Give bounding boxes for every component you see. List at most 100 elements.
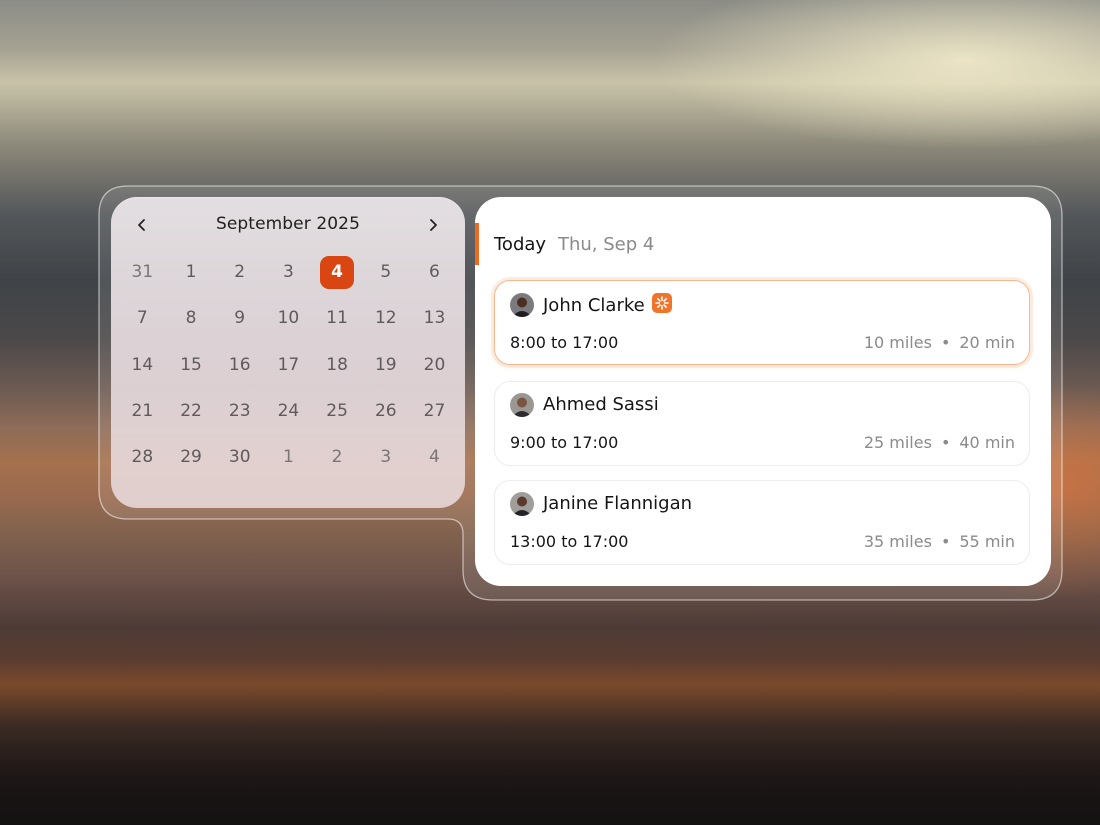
schedule-panel: Today Thu, Sep 4 John Clarke 8:00 to 17:… — [475, 197, 1051, 586]
calendar-day[interactable]: 5 — [361, 249, 410, 295]
calendar-day[interactable]: 22 — [167, 388, 216, 434]
calendar-day-number: 18 — [326, 354, 348, 375]
calendar-day[interactable]: 30 — [215, 434, 264, 480]
calendar-day-number: 23 — [228, 401, 251, 422]
calendar-day[interactable]: 15 — [167, 342, 216, 388]
distance: 35 miles — [863, 532, 932, 551]
calendar-header: September 2025 — [111, 197, 465, 253]
calendar-day[interactable]: 20 — [410, 342, 459, 388]
calendar-day-number: 21 — [131, 401, 154, 422]
calendar-day[interactable]: 14 — [118, 342, 167, 388]
calendar-day-number: 27 — [423, 401, 446, 422]
calendar-day-number: 6 — [429, 262, 440, 283]
calendar-day-number: 12 — [374, 308, 397, 329]
calendar-day[interactable]: 7 — [118, 295, 167, 341]
calendar-day[interactable]: 10 — [264, 295, 313, 341]
calendar-day-grid: 31 1 2 3 4 5 6 7 8 9 10 11 12 13 14 15 16 17 18 19 20 21 22 23 2… — [118, 249, 459, 480]
duration: 55 min — [959, 532, 1015, 551]
calendar-day-number: 10 — [277, 308, 300, 329]
chevron-left-icon — [138, 219, 145, 231]
separator-dot: • — [940, 333, 951, 352]
next-month-button[interactable] — [416, 210, 450, 240]
person-name-text: John Clarke — [543, 295, 645, 316]
schedule-card-janine-flannigan[interactable]: Janine Flannigan 13:00 to 17:00 35 miles… — [494, 480, 1030, 565]
calendar-day-number: 13 — [423, 308, 446, 329]
calendar-day-number: 11 — [326, 308, 348, 329]
today-heading: Today — [494, 234, 547, 255]
calendar-day-number: 1 — [185, 262, 197, 283]
shift-time: 9:00 to 17:00 — [510, 433, 619, 452]
calendar-day[interactable]: 17 — [264, 342, 313, 388]
calendar-day[interactable]: 23 — [215, 388, 264, 434]
distance: 10 miles — [863, 333, 932, 352]
calendar-day[interactable]: 29 — [167, 434, 216, 480]
calendar-day-number: 29 — [180, 447, 202, 468]
calendar-day-number: 16 — [228, 354, 251, 375]
calendar-day[interactable]: 19 — [361, 342, 410, 388]
calendar-day[interactable]: 3 — [361, 434, 410, 480]
calendar-day-number: 8 — [185, 308, 197, 329]
calendar-day-number: 5 — [380, 262, 392, 283]
calendar-day[interactable]: 8 — [167, 295, 216, 341]
separator-dot: • — [940, 433, 951, 452]
calendar-day-number: 14 — [131, 354, 154, 375]
calendar-day-number: 20 — [423, 354, 446, 375]
previous-month-button[interactable] — [125, 210, 159, 240]
calendar-day-number: 31 — [131, 262, 154, 283]
calendar-day-number: 26 — [374, 401, 397, 422]
travel-info: 35 miles • 55 min — [864, 532, 1015, 551]
calendar-day-number: 28 — [131, 447, 154, 468]
calendar-day-number: 19 — [374, 354, 397, 375]
calendar-day[interactable]: 16 — [215, 342, 264, 388]
person-name: Janine Flannigan — [543, 493, 693, 514]
avatar — [510, 393, 534, 417]
calendar-day[interactable]: 27 — [410, 388, 459, 434]
calendar-day[interactable]: 11 — [313, 295, 362, 341]
chevron-right-icon — [430, 219, 437, 231]
calendar-day-number: 25 — [326, 401, 348, 422]
calendar-day[interactable]: 28 — [118, 434, 167, 480]
person-name: Ahmed Sassi — [543, 394, 659, 415]
calendar-day-number: 15 — [180, 354, 202, 375]
calendar-day-number: 17 — [277, 354, 300, 375]
calendar-day[interactable]: 26 — [361, 388, 410, 434]
calendar-day-number: 4 — [429, 447, 440, 468]
duration: 40 min — [959, 433, 1015, 452]
schedule-card-ahmed-sassi[interactable]: Ahmed Sassi 9:00 to 17:00 25 miles • 40 mi… — [494, 381, 1030, 466]
avatar — [510, 492, 534, 516]
calendar-day[interactable]: 2 — [215, 249, 264, 295]
calendar-day[interactable]: 1 — [264, 434, 313, 480]
calendar-day-number: 9 — [234, 308, 246, 329]
calendar-day[interactable]: 13 — [410, 295, 459, 341]
calendar-day-selected[interactable]: 4 — [313, 249, 362, 295]
calendar-widget: September 2025 31 1 2 3 4 5 6 7 8 9 10 11 12 13 14 15 16… — [111, 197, 465, 508]
calendar-day[interactable]: 25 — [313, 388, 362, 434]
calendar-day[interactable]: 6 — [410, 249, 459, 295]
calendar-day[interactable]: 9 — [215, 295, 264, 341]
month-title: September 2025 — [215, 214, 361, 234]
calendar-day-number: 4 — [320, 255, 355, 289]
calendar-day[interactable]: 2 — [313, 434, 362, 480]
calendar-day[interactable]: 1 — [167, 249, 216, 295]
calendar-day[interactable]: 24 — [264, 388, 313, 434]
calendar-day[interactable]: 4 — [410, 434, 459, 480]
travel-info: 10 miles • 20 min — [864, 333, 1015, 352]
calendar-day[interactable]: 21 — [118, 388, 167, 434]
calendar-day[interactable]: 18 — [313, 342, 362, 388]
shift-time: 8:00 to 17:00 — [510, 333, 619, 352]
calendar-day[interactable]: 12 — [361, 295, 410, 341]
calendar-day-number: 2 — [331, 447, 343, 468]
travel-info: 25 miles • 40 min — [864, 433, 1015, 452]
avatar — [510, 293, 534, 317]
sparkle-badge-icon — [651, 293, 672, 313]
schedule-card-john-clarke[interactable]: John Clarke 8:00 to 17:00 10 miles • 20 mi… — [494, 280, 1030, 365]
shift-time: 13:00 to 17:00 — [510, 532, 629, 551]
calendar-day-number: 22 — [180, 401, 202, 422]
separator-dot: • — [940, 532, 951, 551]
calendar-day-number: 30 — [228, 447, 251, 468]
calendar-day[interactable]: 3 — [264, 249, 313, 295]
duration: 20 min — [959, 333, 1015, 352]
calendar-day[interactable]: 31 — [118, 249, 167, 295]
person-name: John Clarke — [543, 293, 672, 316]
today-date: Thu, Sep 4 — [558, 234, 655, 255]
